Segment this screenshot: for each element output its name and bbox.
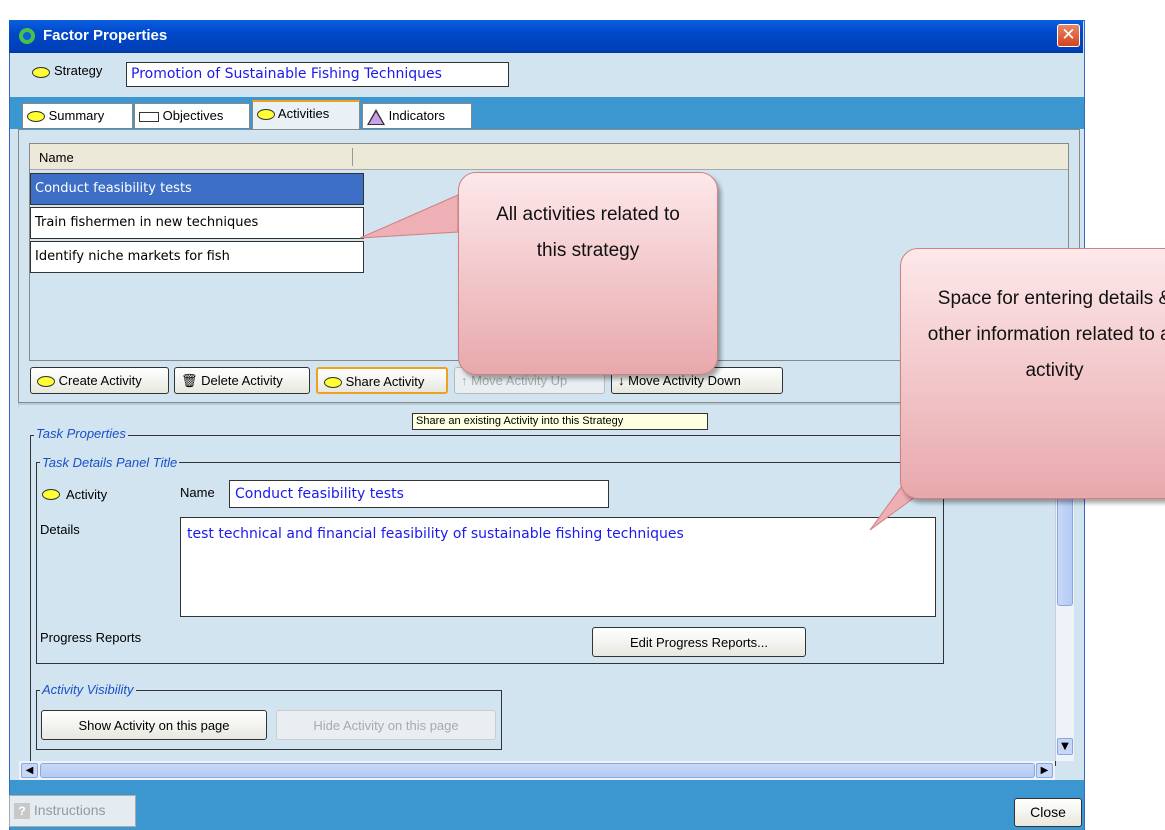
details-callout: Space for entering details & other infor… <box>900 248 1165 499</box>
activities-callout: All activities related to this strategy <box>458 172 718 375</box>
callout-pointer <box>359 194 459 239</box>
